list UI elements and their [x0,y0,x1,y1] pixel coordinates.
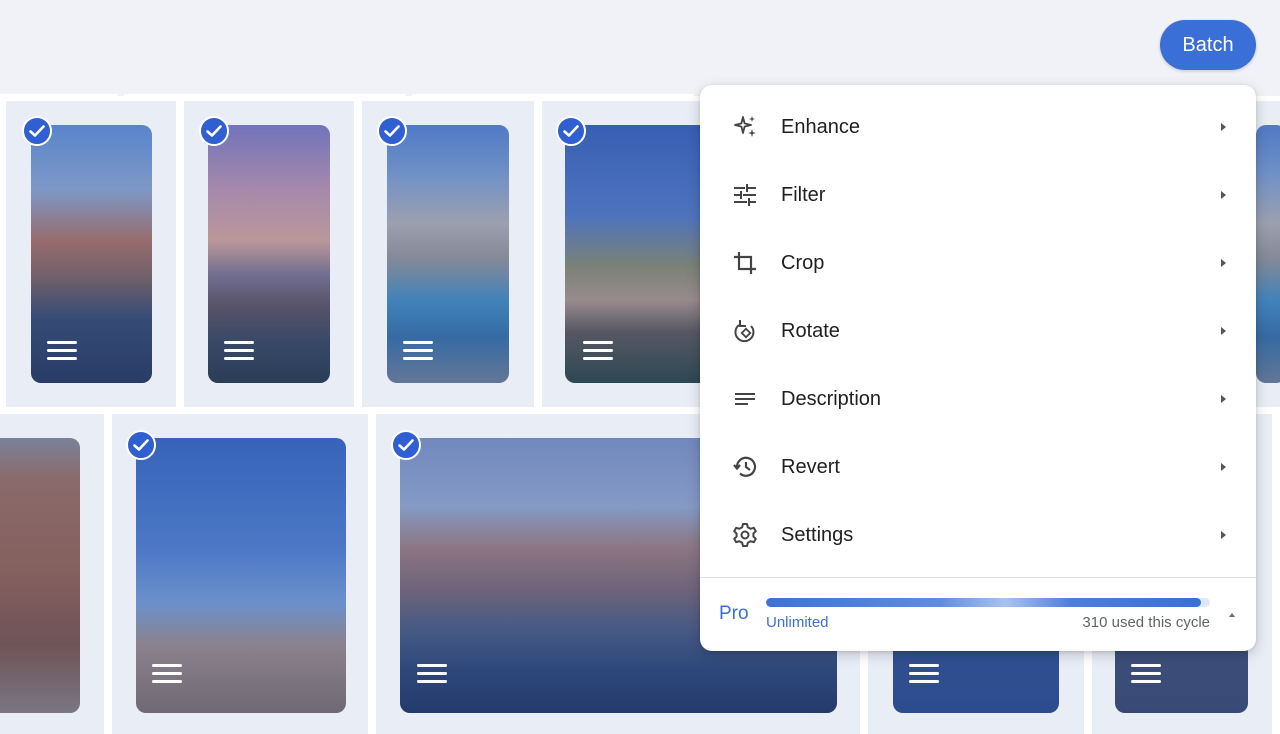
chevron-right-icon [1221,327,1226,335]
gear-icon [730,520,760,550]
chevron-right-icon [1221,531,1226,539]
caret-up-icon[interactable] [1228,612,1236,618]
photo-tile[interactable] [184,101,354,407]
menu-item-label: Settings [781,523,854,546]
usage-count: 310 used this cycle [1082,614,1210,631]
photo-thumbnail[interactable] [0,438,80,713]
chevron-right-icon [1221,395,1226,403]
menu-item-label: Filter [781,183,826,206]
crop-icon [730,248,760,278]
photo-tile[interactable] [6,101,176,407]
description-icon[interactable] [152,664,182,686]
selected-check-icon[interactable] [22,116,52,146]
menu-item-filter[interactable]: Filter [700,161,1256,229]
plan-name: Pro [719,603,749,624]
chevron-right-icon [1221,259,1226,267]
menu-item-label: Description [781,387,882,410]
top-bar: Batch [0,0,1280,97]
chevron-right-icon [1221,191,1226,199]
plan-quota: Unlimited [766,614,829,631]
history-icon [730,452,760,482]
chevron-right-icon [1221,463,1226,471]
tune-icon [730,180,760,210]
photo-thumbnail[interactable] [1256,125,1280,383]
description-icon[interactable] [583,341,613,363]
photo-tile[interactable] [0,414,104,734]
batch-button[interactable]: Batch [1160,20,1256,70]
menu-item-label: Crop [781,251,825,274]
selected-check-icon[interactable] [377,116,407,146]
selected-check-icon[interactable] [391,430,421,460]
description-icon[interactable] [417,664,447,686]
sparkle-icon [730,112,760,142]
batch-actions-menu: Enhance Filter Crop Rotate Description R… [700,85,1256,651]
menu-item-label: Revert [781,455,840,478]
usage-progress-fill [766,598,1202,607]
description-icon[interactable] [403,341,433,363]
menu-item-enhance[interactable]: Enhance [700,93,1256,161]
menu-item-label: Rotate [781,319,840,342]
menu-item-label: Enhance [781,115,860,138]
description-icon[interactable] [909,664,939,686]
selected-check-icon[interactable] [199,116,229,146]
menu-item-settings[interactable]: Settings [700,501,1256,569]
rotate-icon [730,316,760,346]
menu-item-description[interactable]: Description [700,365,1256,433]
description-icon[interactable] [224,341,254,363]
photo-tile[interactable] [542,101,722,407]
menu-item-revert[interactable]: Revert [700,433,1256,501]
menu-item-rotate[interactable]: Rotate [700,297,1256,365]
description-icon[interactable] [1131,664,1161,686]
usage-progress-bar [766,598,1210,607]
menu-divider [700,577,1256,578]
selected-check-icon[interactable] [556,116,586,146]
menu-item-crop[interactable]: Crop [700,229,1256,297]
photo-tile[interactable] [112,414,368,734]
chevron-right-icon [1221,123,1226,131]
selected-check-icon[interactable] [126,430,156,460]
photo-tile[interactable] [362,101,534,407]
notes-icon [730,384,760,414]
description-icon[interactable] [47,341,77,363]
